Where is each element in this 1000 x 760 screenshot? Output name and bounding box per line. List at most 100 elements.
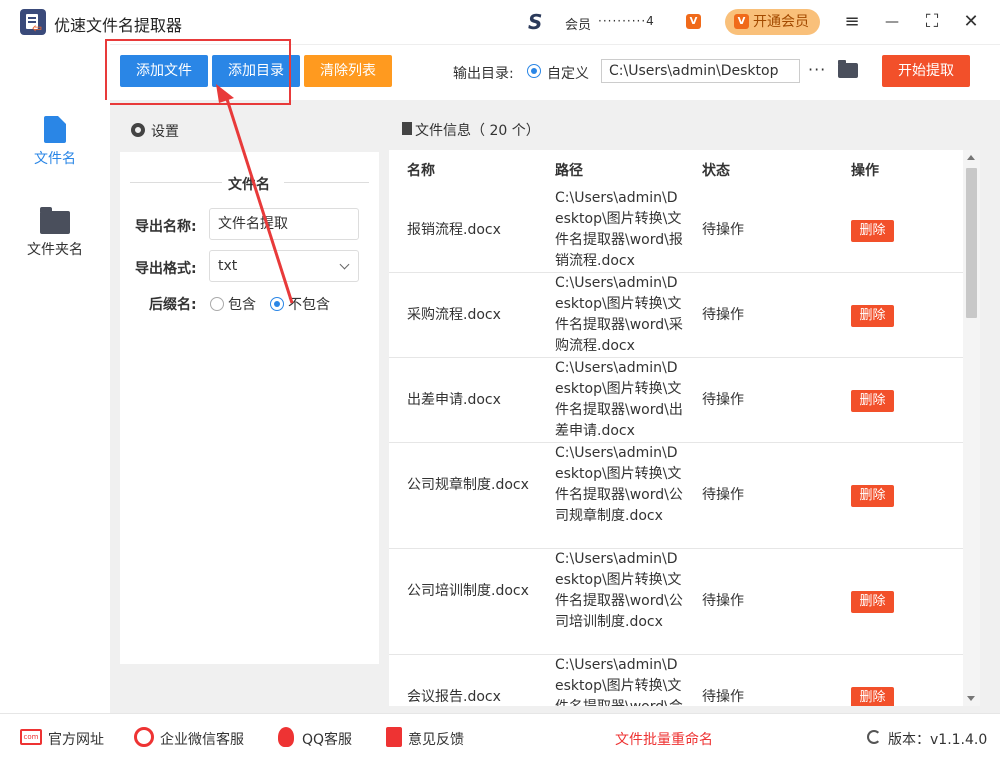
app-title: 优速文件名提取器 — [54, 16, 183, 35]
file-path: C:\Users\admin\Desktop\图片转换\文件名提取器\word\… — [555, 551, 683, 630]
member-id: ··········4 — [598, 14, 655, 28]
file-path: C:\Users\admin\Desktop\图片转换\文件名提取器\word\… — [555, 445, 683, 524]
table-row[interactable]: 公司培训制度.docx C:\Users\admin\Desktop\图片转换\… — [389, 549, 963, 655]
website-icon: com — [20, 729, 42, 745]
custom-output-radio[interactable] — [527, 64, 541, 78]
sidebar-item-filename[interactable]: 文件名 — [0, 148, 110, 168]
title-bar: ⇦ 优速文件名提取器 S 会员 ··········4 V V 开通会员 ≡ —… — [0, 0, 1000, 44]
open-vip-button[interactable]: V 开通会员 — [725, 9, 820, 35]
table-row[interactable]: 会议报告.docx C:\Users\admin\Desktop\图片转换\文件… — [389, 655, 963, 706]
delete-button[interactable]: 删除 — [851, 305, 894, 327]
table-header: 名称 路径 状态 操作 — [389, 150, 963, 188]
vip-crown-icon: V — [734, 14, 749, 29]
file-list-header: 文件信息（ 20 个） — [389, 108, 980, 150]
settings-header: 设置 — [120, 108, 379, 152]
section-title: 文件名 — [228, 177, 270, 193]
version-label: 版本：v1.1.4.0 — [888, 732, 988, 748]
column-name: 名称 — [407, 163, 435, 179]
document-icon — [402, 122, 412, 135]
website-link[interactable]: 官方网址 — [48, 729, 104, 749]
export-format-select[interactable]: txt — [209, 250, 359, 282]
settings-title: 设置 — [151, 124, 179, 140]
suffix-exclude-label: 不包含 — [288, 297, 330, 313]
export-format-label: 导出格式: — [135, 261, 197, 277]
file-path: C:\Users\admin\Desktop\图片转换\文件名提取器\word\… — [555, 657, 683, 706]
footer: com 官方网址 企业微信客服 QQ客服 意见反馈 文件批量重命名 版本：v1.… — [0, 713, 1000, 760]
vip-status-icon: V — [686, 14, 701, 29]
delete-button[interactable]: 删除 — [851, 591, 894, 613]
feedback-icon — [386, 727, 402, 747]
maximize-icon[interactable]: ⛶ — [920, 10, 944, 34]
open-vip-label: 开通会员 — [753, 14, 809, 30]
table-body: 报销流程.docx C:\Users\admin\Desktop\图片转换\文件… — [389, 188, 963, 706]
file-name: 报销流程.docx — [407, 222, 501, 238]
menu-icon[interactable]: ≡ — [840, 10, 864, 34]
file-path: C:\Users\admin\Desktop\图片转换\文件名提取器\word\… — [555, 190, 683, 269]
output-path-input[interactable]: C:\Users\admin\Desktop — [601, 59, 800, 83]
qq-icon — [278, 727, 294, 747]
file-name: 出差申请.docx — [407, 392, 501, 408]
close-icon[interactable]: ✕ — [959, 10, 983, 34]
sidebar: 文件名 文件夹名 — [0, 100, 110, 713]
minimize-icon[interactable]: — — [880, 10, 904, 34]
file-list-panel: 文件信息（ 20 个） 名称 路径 状态 操作 报销流程.docx C:\Use… — [389, 108, 980, 706]
scroll-thumb[interactable] — [966, 168, 977, 318]
app-logo-icon: ⇦ — [20, 9, 46, 35]
feedback-link[interactable]: 意见反馈 — [408, 729, 464, 749]
chevron-down-icon — [339, 259, 350, 270]
table-row[interactable]: 报销流程.docx C:\Users\admin\Desktop\图片转换\文件… — [389, 188, 963, 273]
wechat-service-link[interactable]: 企业微信客服 — [160, 729, 244, 749]
start-extract-button[interactable]: 开始提取 — [882, 55, 970, 87]
file-path: C:\Users\admin\Desktop\图片转换\文件名提取器\word\… — [555, 360, 683, 439]
refresh-icon — [867, 730, 881, 744]
column-status: 状态 — [702, 163, 730, 179]
delete-button[interactable]: 删除 — [851, 390, 894, 412]
batch-rename-link[interactable]: 文件批量重命名 — [615, 729, 713, 749]
clear-list-button[interactable]: 清除列表 — [304, 55, 392, 87]
file-name: 采购流程.docx — [407, 307, 501, 323]
delete-button[interactable]: 删除 — [851, 485, 894, 507]
suffix-exclude-radio[interactable] — [270, 297, 284, 311]
suffix-label: 后缀名: — [149, 297, 197, 313]
qq-service-link[interactable]: QQ客服 — [302, 729, 352, 749]
gear-icon — [131, 123, 145, 137]
column-path: 路径 — [555, 163, 583, 179]
export-name-input[interactable]: 文件名提取 — [209, 208, 359, 240]
settings-panel: 设置 文件名 导出名称: 文件名提取 导出格式: txt 后缀名: 包含 不包含 — [120, 108, 379, 664]
scroll-up-arrow-icon[interactable] — [967, 155, 975, 160]
file-path: C:\Users\admin\Desktop\图片转换\文件名提取器\word\… — [555, 275, 683, 354]
file-name: 公司培训制度.docx — [407, 583, 529, 599]
suffix-include-label: 包含 — [228, 297, 256, 313]
file-icon — [44, 116, 66, 143]
export-name-label: 导出名称: — [135, 219, 197, 235]
export-format-value: txt — [218, 258, 238, 274]
delete-button[interactable]: 删除 — [851, 687, 894, 706]
member-logo-icon: S — [528, 10, 543, 34]
more-options-icon[interactable]: ··· — [808, 60, 826, 79]
divider — [284, 182, 369, 183]
table-row[interactable]: 公司规章制度.docx C:\Users\admin\Desktop\图片转换\… — [389, 443, 963, 549]
member-label: 会员 — [565, 18, 592, 33]
file-status: 待操作 — [702, 487, 744, 503]
file-name: 公司规章制度.docx — [407, 477, 529, 493]
file-status: 待操作 — [702, 392, 744, 408]
file-name: 会议报告.docx — [407, 689, 501, 705]
scrollbar[interactable] — [963, 150, 980, 706]
file-status: 待操作 — [702, 307, 744, 323]
open-folder-icon[interactable] — [838, 60, 858, 78]
wechat-icon — [134, 727, 154, 747]
output-dir-label: 输出目录: — [453, 66, 514, 82]
divider — [130, 182, 222, 183]
sidebar-item-foldername[interactable]: 文件夹名 — [0, 239, 110, 259]
file-list-title: 文件信息（ 20 个） — [415, 123, 540, 139]
annotation-highlight-box — [105, 39, 291, 105]
file-status: 待操作 — [702, 222, 744, 238]
custom-output-label: 自定义 — [547, 66, 589, 82]
delete-button[interactable]: 删除 — [851, 220, 894, 242]
scroll-down-arrow-icon[interactable] — [967, 696, 975, 701]
suffix-include-radio[interactable] — [210, 297, 224, 311]
table-row[interactable]: 采购流程.docx C:\Users\admin\Desktop\图片转换\文件… — [389, 273, 963, 358]
column-action: 操作 — [851, 163, 879, 179]
table-row[interactable]: 出差申请.docx C:\Users\admin\Desktop\图片转换\文件… — [389, 358, 963, 443]
folder-icon — [40, 207, 70, 234]
